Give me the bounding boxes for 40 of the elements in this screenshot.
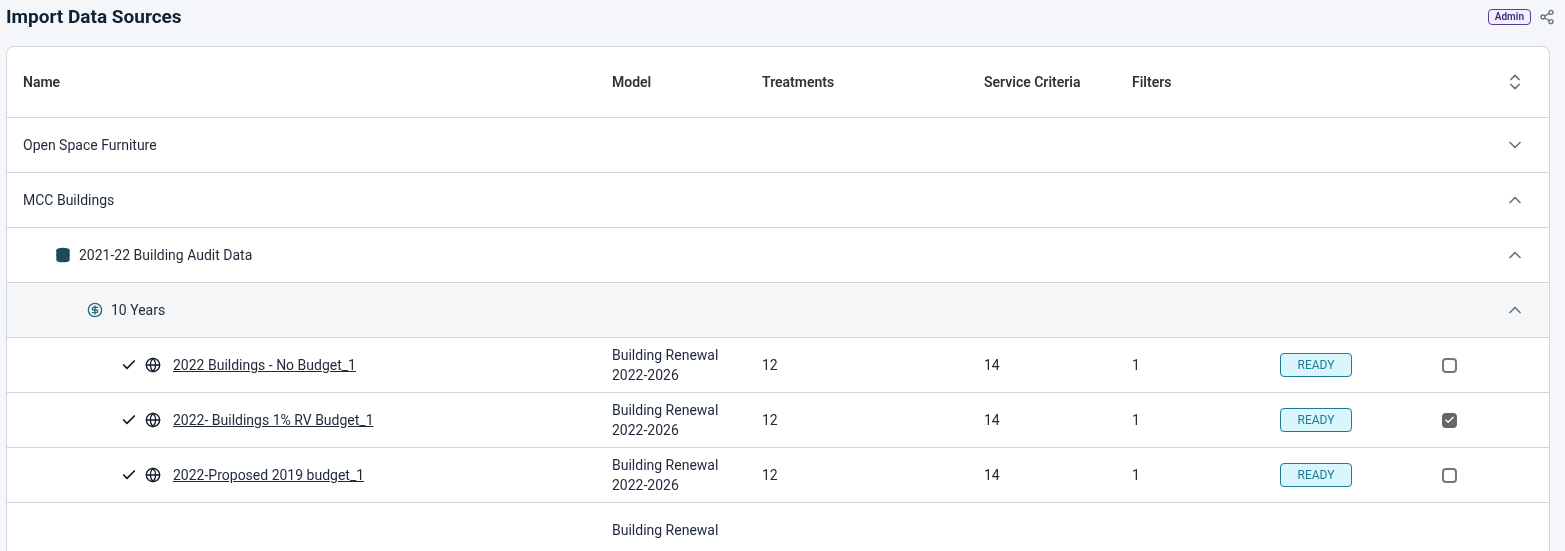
row-checkbox[interactable] xyxy=(1442,467,1457,483)
dollar-coin-icon xyxy=(87,302,103,318)
page-title: Import Data Sources xyxy=(6,3,182,30)
service-criteria-count: 14 xyxy=(984,411,1000,428)
share-icon[interactable] xyxy=(1539,9,1555,25)
treatments-count: 12 xyxy=(762,356,778,373)
column-header: Service Criteria xyxy=(984,73,1081,90)
globe-icon xyxy=(145,357,161,373)
scenario-link[interactable]: 2022- Buildings 1% RV Budget_1 xyxy=(173,409,374,431)
treatments-count: 12 xyxy=(762,466,778,483)
database-icon xyxy=(55,247,71,263)
globe-icon xyxy=(145,467,161,483)
column-header: Filters xyxy=(1132,73,1172,90)
model-text: Building Renewal 2022-2026 xyxy=(612,401,720,440)
service-criteria-count: 14 xyxy=(984,466,1000,483)
status-badge: READY xyxy=(1280,463,1352,487)
scenario-link[interactable]: 2022 Buildings - No Budget_1 xyxy=(173,354,356,376)
role-badge: Admin xyxy=(1487,9,1531,25)
treatments-count: 12 xyxy=(762,411,778,428)
status-badge: READY xyxy=(1280,353,1352,377)
filters-count: 1 xyxy=(1132,356,1140,373)
row-checkbox[interactable] xyxy=(1442,357,1457,373)
model-text: Building Renewal 2022-2026 xyxy=(612,456,720,495)
row-checkbox[interactable] xyxy=(1442,412,1457,428)
service-criteria-count: 14 xyxy=(984,356,1000,373)
group-name: Open Space Furniture xyxy=(23,135,157,155)
status-badge: READY xyxy=(1280,408,1352,432)
filters-count: 1 xyxy=(1132,466,1140,483)
model-text: Building Renewal 2022-2026 xyxy=(612,346,720,385)
group-name: 2021-22 Building Audit Data xyxy=(79,245,253,265)
group-name: MCC Buildings xyxy=(23,190,115,210)
checkmark-icon xyxy=(1444,414,1455,426)
filters-count: 1 xyxy=(1132,411,1140,428)
column-header: Model xyxy=(612,73,652,90)
scenario-link[interactable]: 2022-Proposed 2019 budget_1 xyxy=(173,464,365,486)
group-name: 10 Years xyxy=(111,300,166,320)
column-header: Name xyxy=(23,73,61,90)
model-text: Building Renewal xyxy=(612,521,720,540)
globe-icon xyxy=(145,412,161,428)
column-header: Treatments xyxy=(762,73,835,90)
